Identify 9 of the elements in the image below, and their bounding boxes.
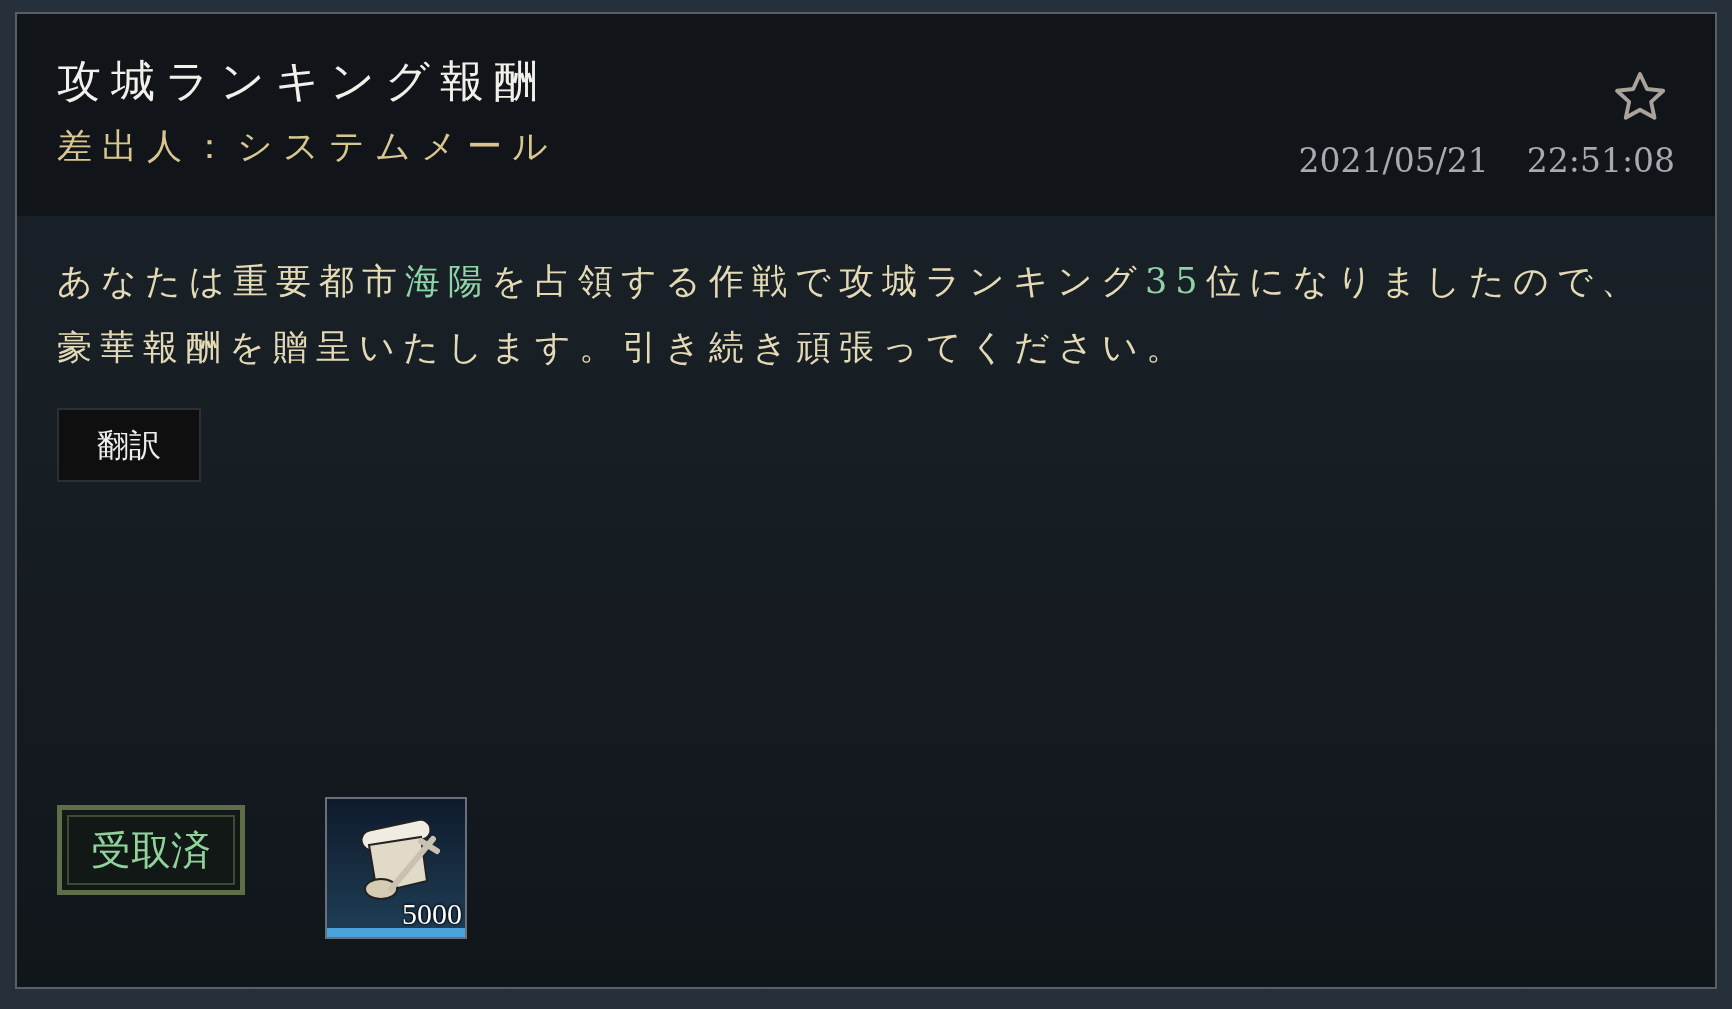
sender-label: 差出人：システムメール (57, 125, 558, 168)
time-label: 22:51:08 (1526, 140, 1675, 182)
message-text: あなたは重要都市 海陽 を占領する作戦で攻城ランキング 35 位になりましたので、豪華報酬を贈呈いたします。引き続き頑張ってください。 (57, 260, 1645, 369)
item-count: 5000 (402, 897, 462, 931)
mail-title: 攻城ランキング報酬 (57, 54, 549, 108)
reward-item[interactable]: 5000 (325, 797, 467, 939)
translate-button[interactable]: 翻訳 (57, 408, 201, 482)
date-label: 2021/05/21 (1298, 140, 1489, 182)
claimed-badge: 受取済 (57, 805, 245, 895)
